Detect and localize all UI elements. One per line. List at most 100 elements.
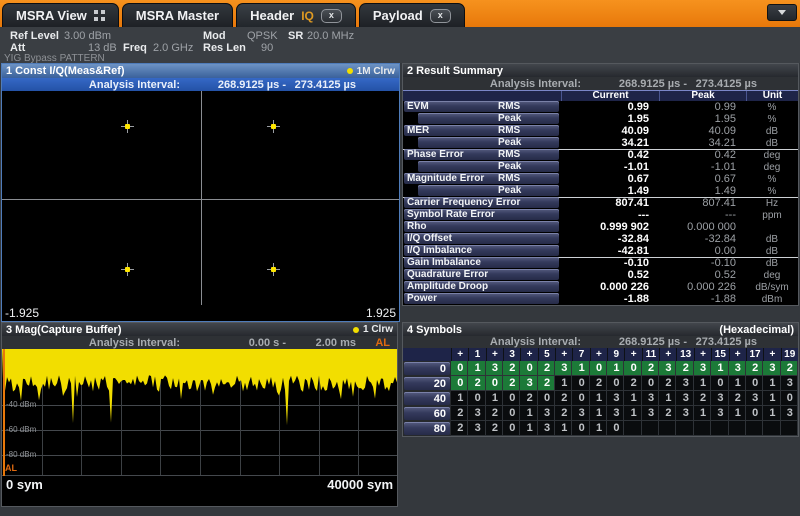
tab-label: MSRA Master — [136, 8, 219, 23]
symbol-cell: 0 — [711, 376, 728, 391]
trace-legend[interactable]: 1M Clrw — [347, 66, 395, 77]
symbol-cell: 0 — [451, 376, 468, 391]
symbol-cell — [711, 421, 728, 436]
result-current-value: 0.99 — [561, 101, 659, 113]
symbols-row: 001320231010232313232 — [403, 361, 798, 376]
tab-msra-master[interactable]: MSRA Master — [122, 3, 233, 27]
analysis-line-marker — [3, 349, 5, 476]
y-axis-label: -40 dBm — [6, 400, 36, 409]
symbol-cell: 0 — [538, 391, 555, 406]
analysis-interval-bar: Analysis Interval: 268.9125 µs - 273.412… — [403, 336, 798, 348]
tab-header[interactable]: Header IQ x — [236, 3, 356, 27]
symbols-row-label: 80 — [403, 421, 451, 436]
symbol-cell: 1 — [590, 391, 607, 406]
symbol-cell: 3 — [607, 406, 624, 421]
x-min-label: 0 sym — [6, 477, 43, 492]
result-current-value: -42.81 — [561, 245, 659, 257]
symbols-row-label: 40 — [403, 391, 451, 406]
result-peak-value: 0.99 — [659, 101, 746, 113]
symbol-cell: 1 — [572, 361, 589, 376]
symbols-col-header: + — [486, 348, 503, 361]
ref-level-label: Ref Level — [10, 30, 59, 42]
column-header-current: Current — [561, 91, 659, 101]
result-column-header: Current Peak Unit — [403, 90, 798, 101]
symbol-cell: 0 — [607, 376, 624, 391]
analysis-interval-from: 268.9125 µs - — [581, 78, 687, 90]
symbol-cell: 1 — [520, 406, 537, 421]
result-unit: dB — [746, 246, 798, 257]
symbol-cell — [624, 421, 641, 436]
result-unit: dB — [746, 126, 798, 137]
result-current-value: 0.42 — [561, 149, 659, 161]
tab-header-iq-badge[interactable]: IQ — [301, 9, 314, 23]
analysis-interval-to: 273.4125 µs — [687, 78, 757, 90]
grid-view-icon[interactable] — [94, 10, 105, 21]
symbol-cell: 3 — [538, 406, 555, 421]
result-row: Symbol Rate Error------ppm — [403, 209, 798, 221]
mag-titlebar[interactable]: 3 Mag(Capture Buffer) 1 Clrw — [2, 323, 397, 336]
symbols-row-label: 20 — [403, 376, 451, 391]
symbol-cell: 3 — [781, 376, 798, 391]
symbol-cell — [676, 421, 693, 436]
close-icon[interactable]: x — [321, 9, 342, 23]
result-row: EVMRMS0.990.99% — [403, 101, 798, 113]
symbol-cell: 0 — [607, 421, 624, 436]
symbols-row: 4010102020131313232310 — [403, 391, 798, 406]
result-row: Peak-1.01-1.01deg — [403, 161, 798, 173]
symbol-cell: 1 — [624, 406, 641, 421]
result-row: MERRMS40.0940.09dB — [403, 125, 798, 137]
symbols-col-header: 9 — [607, 348, 624, 361]
freq-value[interactable]: 2.0 GHz — [153, 42, 193, 54]
symbol-cell: 1 — [694, 376, 711, 391]
symbol-cell: 3 — [642, 406, 659, 421]
result-row-label: Carrier Frequency Error — [403, 197, 561, 209]
symbol-cell — [781, 421, 798, 436]
result-column-corner — [403, 91, 561, 101]
analysis-interval-from: 268.9125 µs - — [180, 79, 286, 91]
tab-payload[interactable]: Payload x — [359, 3, 465, 27]
tab-msra-view[interactable]: MSRA View — [2, 3, 119, 27]
ref-level-value[interactable]: 3.00 dBm — [64, 30, 111, 42]
symbols-titlebar[interactable]: 4 Symbols (Hexadecimal) — [403, 323, 798, 336]
constellation-x-labels: -1.925 1.925 — [2, 305, 399, 321]
tab-label: Header — [250, 8, 294, 23]
symbols-table-body: 0013202310102323132322002023210202023101… — [403, 361, 798, 436]
result-peak-value: --- — [659, 209, 746, 221]
result-peak-value: 807.41 — [659, 197, 746, 209]
result-row-label: Symbol Rate Error — [403, 209, 561, 221]
symbol-cell: 0 — [781, 391, 798, 406]
result-current-value: -32.84 — [561, 233, 659, 245]
window-list-dropdown-button[interactable] — [767, 4, 797, 21]
symbol-cell: 1 — [729, 406, 746, 421]
result-row-label: Peak — [403, 161, 561, 173]
symbol-cell: 1 — [486, 391, 503, 406]
result-unit: dB — [746, 258, 798, 269]
result-unit: dB — [746, 234, 798, 245]
trace-label: 1M Clrw — [357, 66, 395, 77]
symbol-cell — [659, 421, 676, 436]
trace-legend[interactable]: 1 Clrw — [353, 324, 393, 335]
result-unit: dB — [746, 138, 798, 149]
symbol-cell: 2 — [503, 361, 520, 376]
result-unit: % — [746, 102, 798, 113]
tab-label: Payload — [373, 8, 423, 23]
symbols-col-header: + — [520, 348, 537, 361]
result-unit: dB/sym — [746, 282, 798, 293]
symbol-cell: 3 — [642, 391, 659, 406]
res-len-value[interactable]: 90 — [261, 42, 273, 54]
column-header-peak: Peak — [659, 91, 746, 101]
mod-value[interactable]: QPSK — [247, 30, 278, 42]
symbol-cell: 3 — [538, 421, 555, 436]
result-row-label: Peak — [403, 113, 561, 125]
symbol-cell: 2 — [555, 391, 572, 406]
result-row: Amplitude Droop0.000 2260.000 226dB/sym — [403, 281, 798, 293]
result-peak-value: 1.95 — [659, 113, 746, 125]
result-row-label: Magnitude ErrorRMS — [403, 173, 561, 185]
axis-line-horizontal — [2, 199, 399, 200]
sr-value[interactable]: 20.0 MHz — [307, 30, 354, 42]
close-icon[interactable]: x — [430, 9, 451, 23]
result-unit: deg — [746, 162, 798, 173]
result-summary-titlebar[interactable]: 2 Result Summary — [403, 64, 798, 77]
symbol-cell: 2 — [729, 391, 746, 406]
const-window-titlebar[interactable]: 1 Const I/Q(Meas&Ref) 1M Clrw — [2, 64, 399, 78]
